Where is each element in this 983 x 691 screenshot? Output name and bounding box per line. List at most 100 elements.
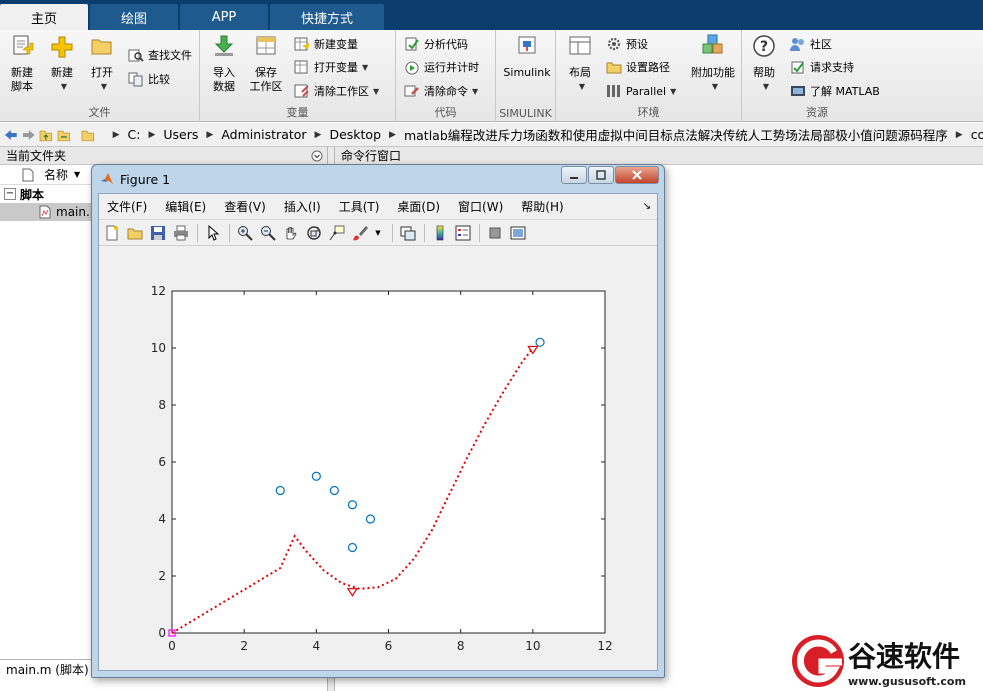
menu-help[interactable]: 帮助(H)	[521, 198, 563, 215]
menu-edit[interactable]: 编辑(E)	[165, 198, 206, 215]
clear-commands-button[interactable]: 清除命令 ▼	[404, 81, 478, 101]
breadcrumb-item[interactable]: Desktop	[329, 127, 381, 142]
ribbon-group-environment: 布局 ▼ 预设 设置路径 Parallel ▼ 附加功能 ▼ 环境	[556, 30, 742, 122]
forward-arrow-icon[interactable]	[22, 128, 36, 142]
y-tick-label: 0	[158, 626, 166, 640]
help-label: 帮助	[753, 66, 775, 79]
back-arrow-icon[interactable]	[4, 128, 18, 142]
brush-button[interactable]	[351, 224, 369, 242]
import-data-label: 导入 数据	[213, 66, 235, 93]
new-script-button[interactable]: 新建 脚本	[2, 34, 42, 94]
menu-tools[interactable]: 工具(T)	[339, 198, 380, 215]
menu-file[interactable]: 文件(F)	[107, 198, 147, 215]
pan-button[interactable]	[282, 224, 300, 242]
open-button[interactable]: 打开 ▼	[82, 34, 122, 94]
toolbar-separator	[229, 223, 230, 242]
breadcrumb-item[interactable]: matlab编程改进斥力场函数和使用虚拟中间目标点法解决传统人工势场法局部极小值…	[404, 125, 948, 144]
analyze-code-button[interactable]: 分析代码	[404, 34, 468, 54]
add-ons-button[interactable]: 附加功能 ▼	[688, 34, 738, 94]
tab-shortcuts[interactable]: 快捷方式	[270, 4, 384, 30]
breadcrumb-separator-icon: ▶	[389, 129, 396, 140]
compare-button[interactable]: 比较	[128, 69, 170, 89]
link-plot-button[interactable]	[399, 224, 417, 242]
layout-button[interactable]: 布局 ▼	[560, 34, 600, 94]
axes-plot[interactable]: 0 2 4 6 8 10 12 0 2 4 6 8 10 12	[99, 248, 657, 670]
parallel-button[interactable]: Parallel ▼	[606, 81, 676, 101]
menu-desktop[interactable]: 桌面(D)	[397, 198, 440, 215]
minimize-button[interactable]	[561, 166, 587, 184]
breadcrumb-item[interactable]: Users	[163, 127, 198, 142]
file-type-icon	[22, 168, 34, 181]
y-tick-label: 8	[158, 398, 166, 412]
tab-plots[interactable]: 绘图	[90, 4, 178, 30]
y-tick-label: 6	[158, 455, 166, 469]
import-data-button[interactable]: 导入 数据	[204, 34, 244, 94]
figure-window[interactable]: Figure 1 文件(F) 编辑(E) 查看(V) 插入(I) 工具(T) 桌…	[91, 164, 665, 678]
brush-dropdown-icon[interactable]: ▼	[374, 224, 382, 242]
open-variable-icon	[294, 60, 308, 74]
parallel-icon	[607, 85, 620, 97]
plot-area[interactable]: 0 2 4 6 8 10 12 0 2 4 6 8 10 12	[99, 248, 657, 670]
menu-insert[interactable]: 插入(I)	[284, 198, 321, 215]
file-name: main.	[56, 205, 90, 219]
new-variable-button[interactable]: 新建变量	[294, 34, 358, 54]
save-figure-button[interactable]	[149, 224, 167, 242]
ribbon-group-file: 新建 脚本 新建 ▼ 打开 ▼ 查找文件 比较 文件	[0, 30, 200, 122]
save-workspace-button[interactable]: 保存 工作区	[246, 34, 286, 94]
set-path-button[interactable]: 设置路径	[606, 57, 670, 77]
svg-text:?: ?	[760, 39, 768, 55]
panel-menu-icon[interactable]	[311, 150, 323, 162]
browse-folder-icon[interactable]	[57, 128, 71, 142]
open-variable-button[interactable]: 打开变量 ▼	[294, 57, 368, 77]
data-cursor-button[interactable]	[328, 224, 346, 242]
breadcrumb-item[interactable]: C:	[128, 127, 141, 142]
zoom-out-button[interactable]	[259, 224, 277, 242]
zoom-in-button[interactable]	[236, 224, 254, 242]
hide-plot-tools-button[interactable]	[486, 224, 504, 242]
minimize-icon	[570, 177, 578, 179]
simulink-button[interactable]: Simulink	[501, 34, 553, 80]
edit-plot-button[interactable]	[204, 224, 222, 242]
new-figure-button[interactable]	[103, 224, 121, 242]
insert-legend-button[interactable]	[454, 224, 472, 242]
community-label: 社区	[810, 38, 832, 51]
tab-apps[interactable]: APP	[180, 4, 268, 30]
sort-icon: ▼	[74, 170, 81, 179]
clear-workspace-button[interactable]: 清除工作区 ▼	[294, 81, 379, 101]
menu-window[interactable]: 窗口(W)	[458, 198, 503, 215]
run-and-time-button[interactable]: 运行并计时	[404, 57, 479, 77]
preferences-button[interactable]: 预设	[606, 34, 648, 54]
current-folder-header: 当前文件夹	[0, 147, 327, 165]
menu-view[interactable]: 查看(V)	[224, 198, 266, 215]
run-and-time-label: 运行并计时	[424, 61, 479, 74]
watermark-url: www.gususoft.com	[848, 675, 966, 688]
dock-arrow-icon[interactable]: ↘	[643, 201, 651, 212]
show-plot-tools-button[interactable]	[509, 224, 527, 242]
open-file-button[interactable]	[126, 224, 144, 242]
y-tick-label: 12	[151, 284, 166, 298]
breadcrumb-item[interactable]: Administrator	[221, 127, 306, 142]
tab-home[interactable]: 主页	[0, 4, 88, 30]
command-window-header: 命令行窗口	[335, 147, 983, 165]
new-variable-label: 新建变量	[314, 38, 358, 51]
up-folder-icon[interactable]	[39, 128, 53, 142]
breadcrumb-item[interactable]: code	[971, 127, 983, 142]
maximize-button[interactable]	[588, 166, 614, 184]
tree-group-label: 脚本	[20, 187, 45, 202]
rotate-3d-button[interactable]	[305, 224, 323, 242]
maximize-icon	[596, 170, 606, 180]
learn-matlab-button[interactable]: 了解 MATLAB	[790, 81, 880, 101]
help-button[interactable]: ? 帮助 ▼	[744, 34, 784, 94]
community-icon	[790, 38, 804, 51]
collapse-icon[interactable]: −	[4, 188, 16, 200]
set-path-icon	[606, 62, 622, 74]
clear-workspace-icon	[294, 84, 309, 98]
insert-colorbar-button[interactable]	[431, 224, 449, 242]
print-figure-button[interactable]	[172, 224, 190, 242]
request-support-button[interactable]: 请求支持	[790, 57, 854, 77]
close-button[interactable]	[615, 166, 659, 184]
find-files-button[interactable]: 查找文件	[128, 45, 192, 65]
simulink-group-label: SIMULINK	[499, 107, 552, 120]
community-button[interactable]: 社区	[790, 34, 832, 54]
new-button[interactable]: 新建 ▼	[42, 34, 82, 94]
